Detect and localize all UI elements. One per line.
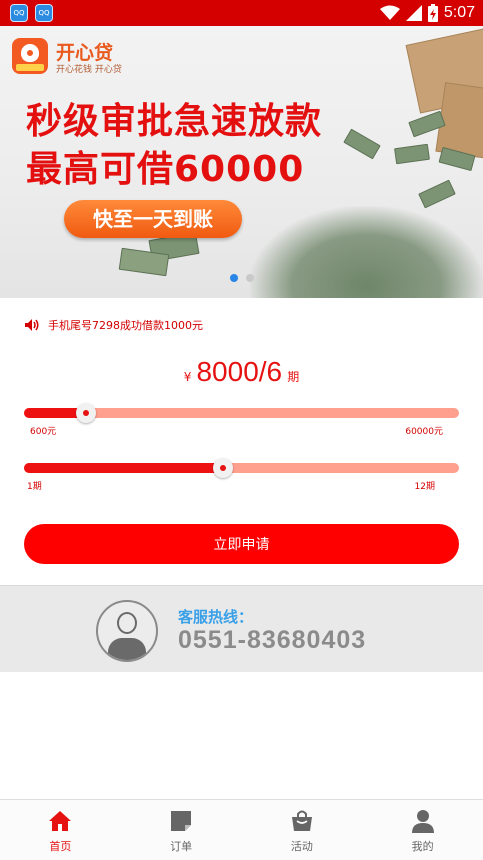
term-slider-thumb[interactable]	[213, 458, 233, 478]
term-min-label: 1期	[27, 482, 42, 492]
home-icon	[49, 811, 72, 831]
loan-notice: 手机尾号7298成功借款1000元	[24, 317, 203, 333]
banknote-image	[343, 128, 381, 160]
nav-label-home: 首页	[49, 840, 72, 853]
profile-icon	[411, 810, 434, 833]
wifi-icon	[379, 5, 400, 20]
status-icons: 5:07	[379, 3, 475, 23]
app-screen: QQ QQ 5:07 开心贷 开心花钱 开心贷 秒级审批急速放款 最高可借600…	[0, 0, 483, 860]
battery-charging-icon	[427, 4, 438, 22]
banner-cta-button[interactable]: 快至一天到账	[64, 200, 242, 238]
term-slider-fill	[24, 463, 223, 473]
activity-bag-icon	[291, 810, 312, 831]
carousel-indicator	[230, 274, 254, 282]
nav-item-home[interactable]: 首页	[0, 800, 121, 860]
signal-icon	[405, 5, 422, 21]
customer-service-hotline: 客服热线： 0551-83680403	[0, 586, 483, 672]
headline-fast-approval: 秒级审批急速放款	[26, 101, 323, 142]
banknote-image	[394, 143, 430, 165]
carousel-dot-active[interactable]	[230, 274, 238, 282]
amount-slider-thumb[interactable]	[76, 403, 96, 423]
promo-banner[interactable]: 开心贷 开心花钱 开心贷 秒级审批急速放款 最高可借60000 快至一天到账	[0, 26, 483, 298]
app-logo-icon	[12, 38, 48, 74]
hotline-label: 客服热线：	[178, 608, 254, 626]
bottom-nav: 首页 订单 活动 我的	[0, 799, 483, 860]
carousel-dot[interactable]	[246, 274, 254, 282]
loan-amount-display: ¥ 8000/6 期	[0, 356, 483, 388]
headline-max-loan: 最高可借60000	[26, 149, 305, 190]
brand-slogan: 开心花钱 开心贷	[56, 65, 122, 75]
hotline-number[interactable]: 0551-83680403	[178, 626, 366, 655]
nav-label-orders: 订单	[170, 840, 193, 853]
nav-label-activity: 活动	[290, 840, 313, 853]
status-bar: QQ QQ 5:07	[0, 0, 483, 26]
amount-slider[interactable]	[24, 403, 459, 423]
nav-item-orders[interactable]: 订单	[121, 800, 242, 860]
customer-service-agent-icon	[96, 600, 158, 662]
nav-item-activity[interactable]: 活动	[242, 800, 363, 860]
term-slider[interactable]	[24, 458, 459, 478]
speaker-icon	[25, 319, 39, 331]
apply-button[interactable]: 立即申请	[24, 524, 459, 564]
term-unit: 期	[287, 370, 300, 384]
qq-app-icon: QQ	[35, 4, 53, 22]
qq-app-icon: QQ	[10, 4, 28, 22]
amount-term-value: 8000/6	[196, 356, 283, 387]
order-icon	[171, 811, 192, 831]
notice-text: 手机尾号7298成功借款1000元	[48, 319, 203, 332]
term-max-label: 12期	[414, 482, 435, 492]
amount-min-label: 600元	[30, 427, 57, 437]
nav-label-profile: 我的	[411, 840, 434, 853]
nav-item-profile[interactable]: 我的	[362, 800, 483, 860]
currency-symbol: ¥	[183, 370, 192, 384]
brand-name: 开心贷	[56, 42, 114, 64]
clock: 5:07	[443, 4, 475, 21]
amount-max-label: 60000元	[405, 427, 443, 437]
